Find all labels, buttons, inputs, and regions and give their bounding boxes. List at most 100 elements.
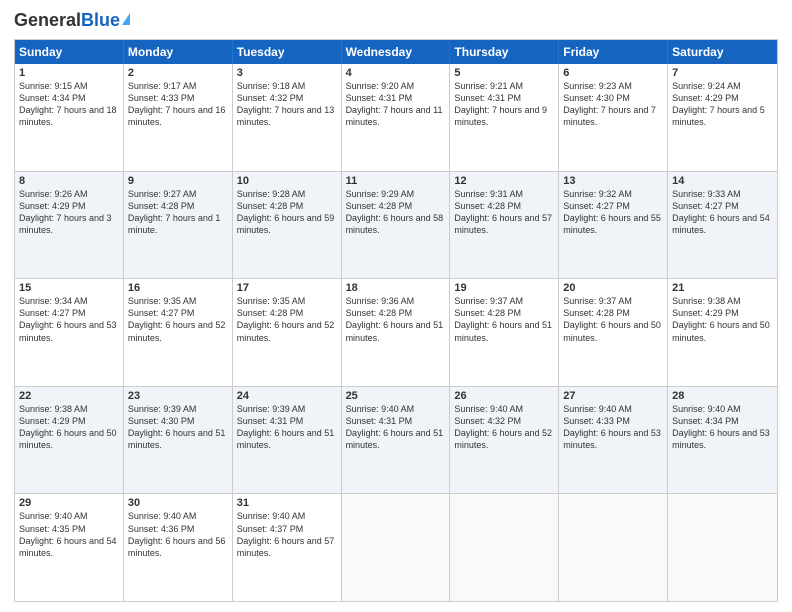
cell-info: Sunrise: 9:18 AMSunset: 4:32 PMDaylight:…: [237, 80, 337, 129]
calendar-cell: 30Sunrise: 9:40 AMSunset: 4:36 PMDayligh…: [124, 494, 233, 601]
calendar-cell: 14Sunrise: 9:33 AMSunset: 4:27 PMDayligh…: [668, 172, 777, 279]
calendar-header-cell: Sunday: [15, 40, 124, 64]
calendar-cell: 10Sunrise: 9:28 AMSunset: 4:28 PMDayligh…: [233, 172, 342, 279]
calendar-cell: 11Sunrise: 9:29 AMSunset: 4:28 PMDayligh…: [342, 172, 451, 279]
calendar-header-cell: Monday: [124, 40, 233, 64]
day-number: 3: [237, 67, 337, 79]
day-number: 18: [346, 282, 446, 294]
calendar-cell: 9Sunrise: 9:27 AMSunset: 4:28 PMDaylight…: [124, 172, 233, 279]
day-number: 10: [237, 175, 337, 187]
calendar-cell: 26Sunrise: 9:40 AMSunset: 4:32 PMDayligh…: [450, 387, 559, 494]
calendar-cell: 16Sunrise: 9:35 AMSunset: 4:27 PMDayligh…: [124, 279, 233, 386]
cell-info: Sunrise: 9:35 AMSunset: 4:28 PMDaylight:…: [237, 295, 337, 344]
day-number: 7: [672, 67, 773, 79]
day-number: 19: [454, 282, 554, 294]
logo-general-text: General: [14, 10, 81, 31]
calendar-cell: 24Sunrise: 9:39 AMSunset: 4:31 PMDayligh…: [233, 387, 342, 494]
calendar-cell: 18Sunrise: 9:36 AMSunset: 4:28 PMDayligh…: [342, 279, 451, 386]
cell-info: Sunrise: 9:27 AMSunset: 4:28 PMDaylight:…: [128, 188, 228, 237]
day-number: 14: [672, 175, 773, 187]
calendar-row: 29Sunrise: 9:40 AMSunset: 4:35 PMDayligh…: [15, 493, 777, 601]
calendar-row: 15Sunrise: 9:34 AMSunset: 4:27 PMDayligh…: [15, 278, 777, 386]
cell-info: Sunrise: 9:40 AMSunset: 4:33 PMDaylight:…: [563, 403, 663, 452]
cell-info: Sunrise: 9:40 AMSunset: 4:37 PMDaylight:…: [237, 510, 337, 559]
cell-info: Sunrise: 9:29 AMSunset: 4:28 PMDaylight:…: [346, 188, 446, 237]
day-number: 1: [19, 67, 119, 79]
day-number: 30: [128, 497, 228, 509]
day-number: 11: [346, 175, 446, 187]
calendar-cell: 15Sunrise: 9:34 AMSunset: 4:27 PMDayligh…: [15, 279, 124, 386]
calendar-header-cell: Thursday: [450, 40, 559, 64]
calendar-cell: 28Sunrise: 9:40 AMSunset: 4:34 PMDayligh…: [668, 387, 777, 494]
day-number: 20: [563, 282, 663, 294]
calendar-row: 1Sunrise: 9:15 AMSunset: 4:34 PMDaylight…: [15, 64, 777, 171]
day-number: 23: [128, 390, 228, 402]
cell-info: Sunrise: 9:40 AMSunset: 4:31 PMDaylight:…: [346, 403, 446, 452]
day-number: 8: [19, 175, 119, 187]
calendar-cell: 21Sunrise: 9:38 AMSunset: 4:29 PMDayligh…: [668, 279, 777, 386]
calendar-header-cell: Saturday: [668, 40, 777, 64]
cell-info: Sunrise: 9:40 AMSunset: 4:32 PMDaylight:…: [454, 403, 554, 452]
day-number: 31: [237, 497, 337, 509]
day-number: 12: [454, 175, 554, 187]
calendar-cell: 20Sunrise: 9:37 AMSunset: 4:28 PMDayligh…: [559, 279, 668, 386]
day-number: 25: [346, 390, 446, 402]
day-number: 29: [19, 497, 119, 509]
day-number: 17: [237, 282, 337, 294]
day-number: 16: [128, 282, 228, 294]
day-number: 4: [346, 67, 446, 79]
cell-info: Sunrise: 9:20 AMSunset: 4:31 PMDaylight:…: [346, 80, 446, 129]
calendar-cell: 13Sunrise: 9:32 AMSunset: 4:27 PMDayligh…: [559, 172, 668, 279]
cell-info: Sunrise: 9:36 AMSunset: 4:28 PMDaylight:…: [346, 295, 446, 344]
cell-info: Sunrise: 9:34 AMSunset: 4:27 PMDaylight:…: [19, 295, 119, 344]
calendar-cell: 2Sunrise: 9:17 AMSunset: 4:33 PMDaylight…: [124, 64, 233, 171]
day-number: 28: [672, 390, 773, 402]
calendar-cell: 31Sunrise: 9:40 AMSunset: 4:37 PMDayligh…: [233, 494, 342, 601]
cell-info: Sunrise: 9:35 AMSunset: 4:27 PMDaylight:…: [128, 295, 228, 344]
cell-info: Sunrise: 9:38 AMSunset: 4:29 PMDaylight:…: [672, 295, 773, 344]
calendar-header-cell: Tuesday: [233, 40, 342, 64]
day-number: 24: [237, 390, 337, 402]
cell-info: Sunrise: 9:40 AMSunset: 4:35 PMDaylight:…: [19, 510, 119, 559]
calendar-cell: [342, 494, 451, 601]
cell-info: Sunrise: 9:39 AMSunset: 4:30 PMDaylight:…: [128, 403, 228, 452]
cell-info: Sunrise: 9:40 AMSunset: 4:34 PMDaylight:…: [672, 403, 773, 452]
calendar-row: 8Sunrise: 9:26 AMSunset: 4:29 PMDaylight…: [15, 171, 777, 279]
calendar-cell: 22Sunrise: 9:38 AMSunset: 4:29 PMDayligh…: [15, 387, 124, 494]
calendar-cell: 1Sunrise: 9:15 AMSunset: 4:34 PMDaylight…: [15, 64, 124, 171]
day-number: 2: [128, 67, 228, 79]
calendar-header: SundayMondayTuesdayWednesdayThursdayFrid…: [15, 40, 777, 64]
cell-info: Sunrise: 9:32 AMSunset: 4:27 PMDaylight:…: [563, 188, 663, 237]
logo-blue-text: Blue: [81, 10, 120, 31]
cell-info: Sunrise: 9:31 AMSunset: 4:28 PMDaylight:…: [454, 188, 554, 237]
day-number: 26: [454, 390, 554, 402]
cell-info: Sunrise: 9:15 AMSunset: 4:34 PMDaylight:…: [19, 80, 119, 129]
calendar-cell: 12Sunrise: 9:31 AMSunset: 4:28 PMDayligh…: [450, 172, 559, 279]
calendar-cell: 19Sunrise: 9:37 AMSunset: 4:28 PMDayligh…: [450, 279, 559, 386]
day-number: 6: [563, 67, 663, 79]
calendar-row: 22Sunrise: 9:38 AMSunset: 4:29 PMDayligh…: [15, 386, 777, 494]
calendar-cell: 25Sunrise: 9:40 AMSunset: 4:31 PMDayligh…: [342, 387, 451, 494]
calendar-cell: 7Sunrise: 9:24 AMSunset: 4:29 PMDaylight…: [668, 64, 777, 171]
cell-info: Sunrise: 9:17 AMSunset: 4:33 PMDaylight:…: [128, 80, 228, 129]
logo-icon: [122, 13, 130, 25]
cell-info: Sunrise: 9:38 AMSunset: 4:29 PMDaylight:…: [19, 403, 119, 452]
calendar-cell: 6Sunrise: 9:23 AMSunset: 4:30 PMDaylight…: [559, 64, 668, 171]
calendar-cell: [450, 494, 559, 601]
day-number: 13: [563, 175, 663, 187]
day-number: 9: [128, 175, 228, 187]
calendar-cell: 5Sunrise: 9:21 AMSunset: 4:31 PMDaylight…: [450, 64, 559, 171]
day-number: 15: [19, 282, 119, 294]
cell-info: Sunrise: 9:37 AMSunset: 4:28 PMDaylight:…: [563, 295, 663, 344]
calendar-cell: 23Sunrise: 9:39 AMSunset: 4:30 PMDayligh…: [124, 387, 233, 494]
cell-info: Sunrise: 9:37 AMSunset: 4:28 PMDaylight:…: [454, 295, 554, 344]
cell-info: Sunrise: 9:21 AMSunset: 4:31 PMDaylight:…: [454, 80, 554, 129]
calendar-cell: 8Sunrise: 9:26 AMSunset: 4:29 PMDaylight…: [15, 172, 124, 279]
day-number: 5: [454, 67, 554, 79]
calendar-cell: [668, 494, 777, 601]
page-container: General Blue SundayMondayTuesdayWednesda…: [0, 0, 792, 612]
calendar-cell: 27Sunrise: 9:40 AMSunset: 4:33 PMDayligh…: [559, 387, 668, 494]
calendar: SundayMondayTuesdayWednesdayThursdayFrid…: [14, 39, 778, 602]
day-number: 27: [563, 390, 663, 402]
cell-info: Sunrise: 9:26 AMSunset: 4:29 PMDaylight:…: [19, 188, 119, 237]
